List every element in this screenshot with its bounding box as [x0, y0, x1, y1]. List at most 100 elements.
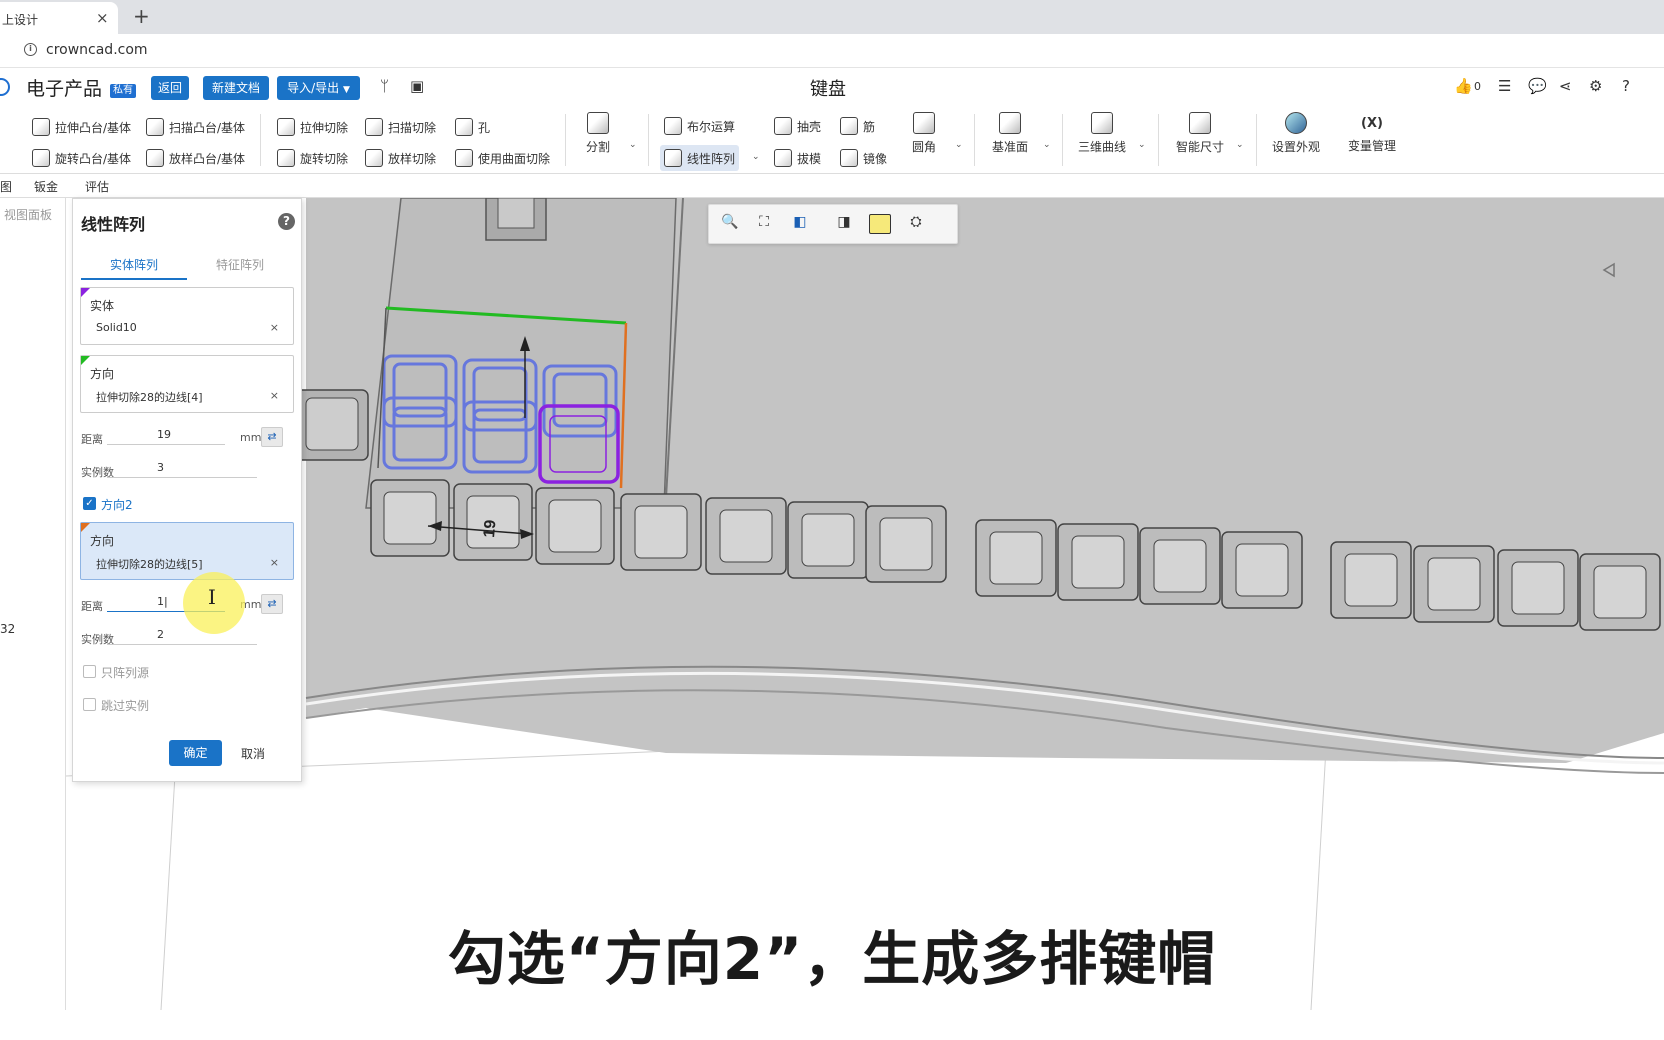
linear-pattern-button[interactable]: 线性阵列 [660, 145, 740, 171]
chevron-down-icon[interactable]: ⌄ [1043, 140, 1051, 150]
zoom-icon[interactable]: 🔍 [719, 214, 741, 234]
curve-3d-button[interactable]: 三维曲线 [1072, 112, 1132, 155]
body-selection-box[interactable]: 实体 Solid10 × [80, 287, 294, 345]
close-icon[interactable]: × [96, 9, 109, 27]
app-logo-icon[interactable] [0, 78, 10, 96]
body-label: 实体 [90, 299, 115, 313]
new-document-button[interactable]: 新建文档 [203, 76, 269, 100]
help-icon[interactable]: ? [278, 213, 295, 230]
chevron-down-icon[interactable]: ⌄ [629, 140, 637, 150]
hole-button[interactable]: 孔 [455, 116, 490, 138]
extrude-cut-button[interactable]: 拉伸切除 [277, 116, 348, 138]
branch-icon[interactable]: ᛘ [380, 77, 389, 95]
count2-input[interactable]: 2 [107, 625, 257, 645]
smart-dimension-icon [1189, 112, 1211, 134]
gear-icon[interactable]: ⚙ [1589, 77, 1602, 95]
like-icon[interactable]: 👍 [1454, 77, 1473, 95]
remove-direction1-icon[interactable]: × [270, 389, 279, 402]
appearance-button[interactable]: 设置外观 [1266, 112, 1326, 155]
remove-body-icon[interactable]: × [270, 321, 279, 334]
view-panel-tab[interactable]: 视图面板 [4, 206, 52, 223]
import-export-button[interactable]: 导入/导出 ▼ [277, 76, 360, 100]
extrude-boss-button[interactable]: 拉伸凸台/基体 [32, 116, 131, 138]
toolbar-divider [1062, 114, 1063, 166]
info-icon[interactable]: i [24, 43, 37, 56]
linear-pattern-icon [664, 149, 682, 167]
chevron-down-icon[interactable]: ⌄ [955, 140, 963, 150]
sweep-boss-button[interactable]: 扫描凸台/基体 [146, 116, 245, 138]
rib-icon [840, 117, 858, 135]
fillet-button[interactable]: 圆角 [894, 112, 954, 155]
hole-label: 孔 [478, 120, 491, 135]
toolbar-divider [974, 114, 975, 166]
distance1-input[interactable]: 19 [107, 425, 225, 445]
shell-button[interactable]: 抽壳 [774, 115, 821, 137]
chevron-down-icon[interactable]: ⌄ [752, 152, 760, 162]
render-settings-icon[interactable]: ⛭ [905, 214, 927, 234]
sweep-cut-button[interactable]: 扫描切除 [365, 116, 436, 138]
direction2-checkbox[interactable]: ✓ [83, 497, 96, 510]
browser-tab[interactable]: 上设计 × [0, 2, 118, 34]
chevron-down-icon[interactable]: ⌄ [1138, 140, 1146, 150]
save-icon[interactable]: ▣ [410, 77, 424, 95]
reverse-direction2-button[interactable]: ⇄ [261, 594, 283, 614]
only-seed-checkbox[interactable] [83, 665, 96, 678]
mirror-button[interactable]: 镜像 [840, 147, 887, 169]
skip-instance-label[interactable]: 跳过实例 [101, 697, 149, 714]
smart-dimension-button[interactable]: 智能尺寸 [1170, 112, 1230, 155]
confirm-button[interactable]: 确定 [169, 740, 222, 766]
distance1-unit: mm [240, 431, 262, 444]
count1-input[interactable]: 3 [107, 458, 257, 478]
direction2-checkbox-label[interactable]: 方向2 [101, 496, 133, 513]
draft-button[interactable]: 拔模 [774, 147, 821, 169]
direction1-selection-box[interactable]: 方向 拉伸切除28的边线[4] × [80, 355, 294, 413]
split-button[interactable]: 分割 [568, 112, 628, 155]
toolbar-divider [565, 114, 566, 166]
variables-icon: (X) [1361, 116, 1383, 131]
menu-item-evaluate[interactable]: 评估 [85, 178, 109, 195]
reverse-direction1-button[interactable]: ⇄ [261, 427, 283, 447]
rib-button[interactable]: 筋 [840, 115, 875, 137]
view-cube-icon[interactable]: ◧ [789, 214, 811, 234]
remove-direction2-icon[interactable]: × [270, 556, 279, 569]
loft-boss-button[interactable]: 放样凸台/基体 [146, 147, 245, 169]
share-icon[interactable]: ⋖ [1559, 77, 1572, 95]
menu-row: 图 钣金 评估 [0, 174, 1664, 198]
shaded-mode-icon[interactable] [869, 214, 891, 234]
only-seed-label[interactable]: 只阵列源 [101, 664, 149, 681]
variables-button[interactable]: (X) 变量管理 [1342, 112, 1402, 154]
address-bar[interactable]: i crowncad.com [0, 34, 1664, 68]
app-header: 电子产品 私有 返回 新建文档 导入/导出 ▼ ᛘ ▣ 键盘 👍 0 ☰ 💬 ⋖… [0, 68, 1664, 104]
menu-item-drawing[interactable]: 图 [0, 178, 12, 195]
direction2-value: 拉伸切除28的边线[5] [96, 558, 203, 571]
help-icon[interactable]: ? [1622, 77, 1630, 95]
fit-view-icon[interactable]: ⛶ [753, 214, 775, 234]
browser-tab-title: 上设计 [2, 13, 39, 27]
datum-plane-button[interactable]: 基准面 [980, 112, 1040, 155]
appearance-label: 设置外观 [1271, 140, 1320, 154]
menu-item-sheet-metal[interactable]: 钣金 [34, 178, 58, 195]
selection-color-marker [81, 288, 90, 297]
comment-icon[interactable]: 💬 [1528, 77, 1547, 95]
list-icon[interactable]: ☰ [1498, 77, 1511, 95]
sweep-cut-label: 扫描切除 [388, 120, 437, 135]
tab-feature-pattern[interactable]: 特征阵列 [187, 256, 293, 273]
surface-cut-button[interactable]: 使用曲面切除 [455, 147, 550, 169]
loft-cut-button[interactable]: 放样切除 [365, 147, 436, 169]
skip-instance-checkbox[interactable] [83, 698, 96, 711]
new-tab-button[interactable]: + [133, 4, 150, 28]
fillet-label: 圆角 [911, 140, 936, 154]
direction2-selection-box[interactable]: 方向 拉伸切除28的边线[5] × [80, 522, 294, 580]
back-button[interactable]: 返回 [151, 76, 189, 100]
document-title: 键盘 [810, 79, 846, 100]
tab-body-pattern[interactable]: 实体阵列 [81, 256, 187, 280]
3d-viewport[interactable]: 19 [66, 198, 1664, 1010]
cancel-button[interactable]: 取消 [241, 745, 265, 762]
revolve-boss-button[interactable]: 旋转凸台/基体 [32, 147, 131, 169]
section-view-icon[interactable]: ◨ [833, 214, 855, 234]
url-text[interactable]: crowncad.com [46, 42, 148, 58]
boolean-button[interactable]: 布尔运算 [664, 115, 735, 137]
revolve-cut-button[interactable]: 旋转切除 [277, 147, 348, 169]
chevron-down-icon[interactable]: ⌄ [1236, 140, 1244, 150]
cad-model-canvas[interactable]: 19 [66, 198, 1664, 1010]
